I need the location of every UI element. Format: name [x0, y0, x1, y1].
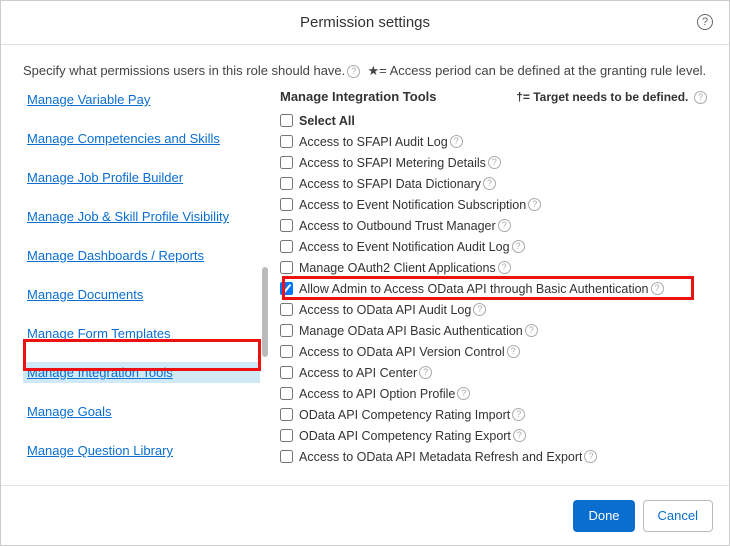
permission-checkbox[interactable] [280, 219, 293, 232]
help-icon[interactable]: ? [651, 282, 664, 295]
permission-checkbox[interactable] [280, 240, 293, 253]
permission-row[interactable]: Access to OData API Audit Log ? [280, 299, 707, 320]
help-icon[interactable]: ? [498, 219, 511, 232]
permission-checkbox[interactable] [280, 387, 293, 400]
permission-row[interactable]: Access to OData API Metadata Refresh and… [280, 446, 707, 467]
permission-label: Access to SFAPI Data Dictionary [299, 177, 481, 191]
permission-row[interactable]: Access to Outbound Trust Manager ? [280, 215, 707, 236]
permission-label: Access to Event Notification Audit Log [299, 240, 510, 254]
permissions-subtitle: †= Target needs to be defined. [516, 90, 688, 104]
help-icon[interactable]: ? [483, 177, 496, 190]
permission-row[interactable]: Access to API Center ? [280, 362, 707, 383]
permission-row[interactable]: Access to SFAPI Data Dictionary ? [280, 173, 707, 194]
permission-checkbox[interactable] [280, 408, 293, 421]
sidebar-item[interactable]: Manage Dashboards / Reports [23, 245, 260, 266]
permission-row[interactable]: OData API Competency Rating Export ? [280, 425, 707, 446]
sidebar-item[interactable]: Manage Goals [23, 401, 260, 422]
help-icon[interactable]: ? [512, 240, 525, 253]
help-icon[interactable]: ? [457, 387, 470, 400]
permission-label: Access to SFAPI Audit Log [299, 135, 448, 149]
cancel-button[interactable]: Cancel [643, 500, 713, 532]
help-icon[interactable]: ? [347, 65, 360, 78]
select-all-row[interactable]: Select All [280, 110, 707, 131]
permission-row[interactable]: Access to API Option Profile ? [280, 383, 707, 404]
permissions-subtitle-wrap: †= Target needs to be defined. ? [516, 89, 707, 104]
permission-row[interactable]: OData API Competency Rating Import ? [280, 404, 707, 425]
sidebar-item[interactable]: Manage Documents [23, 284, 260, 305]
permission-label: Access to OData API Version Control [299, 345, 505, 359]
help-icon[interactable]: ? [450, 135, 463, 148]
permission-label: Access to Event Notification Subscriptio… [299, 198, 526, 212]
permission-label: OData API Competency Rating Import [299, 408, 510, 422]
modal-header: Permission settings ? [1, 1, 729, 45]
help-icon[interactable]: ? [419, 366, 432, 379]
sidebar-item-manage-integration-tools[interactable]: Manage Integration Tools [23, 362, 260, 383]
content-columns: Manage Variable Pay Manage Competencies … [23, 89, 707, 481]
select-all-label: Select All [299, 114, 355, 128]
help-icon[interactable]: ? [498, 261, 511, 274]
sidebar-item[interactable]: Manage Competencies and Skills [23, 128, 260, 149]
help-icon[interactable]: ? [488, 156, 501, 169]
permission-label: Access to OData API Metadata Refresh and… [299, 450, 582, 464]
permission-checkbox[interactable] [280, 156, 293, 169]
permission-checkbox[interactable] [280, 366, 293, 379]
help-icon[interactable]: ? [525, 324, 538, 337]
instruction-text: Specify what permissions users in this r… [23, 63, 707, 79]
modal-title: Permission settings [300, 14, 430, 31]
permission-label: Access to API Center [299, 366, 417, 380]
help-icon[interactable]: ? [528, 198, 541, 211]
done-button[interactable]: Done [573, 500, 634, 532]
permissions-title: Manage Integration Tools [280, 89, 437, 104]
permissions-header: Manage Integration Tools †= Target needs… [280, 89, 707, 104]
permission-label: Access to API Option Profile [299, 387, 455, 401]
instruction-legend: ★= Access period can be defined at the g… [368, 63, 707, 78]
help-icon[interactable]: ? [513, 429, 526, 442]
select-all-checkbox[interactable] [280, 114, 293, 127]
permission-label: Manage OData API Basic Authentication [299, 324, 523, 338]
sidebar-item[interactable]: Manage Question Library [23, 440, 260, 461]
help-icon[interactable]: ? [694, 91, 707, 104]
permission-row[interactable]: Access to Event Notification Subscriptio… [280, 194, 707, 215]
modal-body: Specify what permissions users in this r… [1, 45, 729, 485]
help-icon[interactable]: ? [507, 345, 520, 358]
sidebar-item[interactable]: Manage Variable Pay [23, 89, 260, 110]
permission-row[interactable]: Access to Event Notification Audit Log ? [280, 236, 707, 257]
permission-row[interactable]: Manage OAuth2 Client Applications ? [280, 257, 707, 278]
permissions-panel: Manage Integration Tools †= Target needs… [268, 89, 707, 481]
permission-checkbox[interactable] [280, 282, 293, 295]
permission-checkbox[interactable] [280, 429, 293, 442]
permission-checkbox[interactable] [280, 198, 293, 211]
help-icon[interactable]: ? [473, 303, 486, 316]
permission-settings-modal: Permission settings ? Specify what permi… [0, 0, 730, 546]
permission-label: Access to Outbound Trust Manager [299, 219, 496, 233]
permission-checkbox[interactable] [280, 324, 293, 337]
sidebar-item[interactable]: Manage Job Profile Builder [23, 167, 260, 188]
permissions-list: Select All Access to SFAPI Audit Log ? A… [280, 110, 707, 478]
permission-checkbox[interactable] [280, 450, 293, 463]
permission-checkbox[interactable] [280, 177, 293, 190]
permission-row[interactable]: Access to SFAPI Audit Log ? [280, 131, 707, 152]
permission-row[interactable]: Access to SFAPI Metering Details ? [280, 152, 707, 173]
help-icon[interactable]: ? [584, 450, 597, 463]
permission-row-allow-admin-odata-basic-auth[interactable]: Allow Admin to Access OData API through … [280, 278, 707, 299]
permission-checkbox[interactable] [280, 261, 293, 274]
sidebar-item[interactable]: Manage Job & Skill Profile Visibility [23, 206, 260, 227]
permission-label: Access to SFAPI Metering Details [299, 156, 486, 170]
permission-checkbox[interactable] [280, 135, 293, 148]
help-icon[interactable]: ? [512, 408, 525, 421]
sidebar: Manage Variable Pay Manage Competencies … [23, 89, 268, 481]
modal-footer: Done Cancel [1, 485, 729, 545]
instruction-prefix: Specify what permissions users in this r… [23, 63, 345, 78]
permission-row[interactable]: Manage OData API Basic Authentication ? [280, 320, 707, 341]
sidebar-item[interactable]: Manage Form Templates [23, 323, 260, 344]
permission-label: OData API Competency Rating Export [299, 429, 511, 443]
permission-checkbox[interactable] [280, 303, 293, 316]
permission-label: Manage OAuth2 Client Applications [299, 261, 496, 275]
permission-checkbox[interactable] [280, 345, 293, 358]
permission-row[interactable]: Access to OData API Version Control ? [280, 341, 707, 362]
help-icon[interactable]: ? [697, 13, 715, 31]
permission-label: Access to OData API Audit Log [299, 303, 471, 317]
permission-label: Allow Admin to Access OData API through … [299, 282, 649, 296]
